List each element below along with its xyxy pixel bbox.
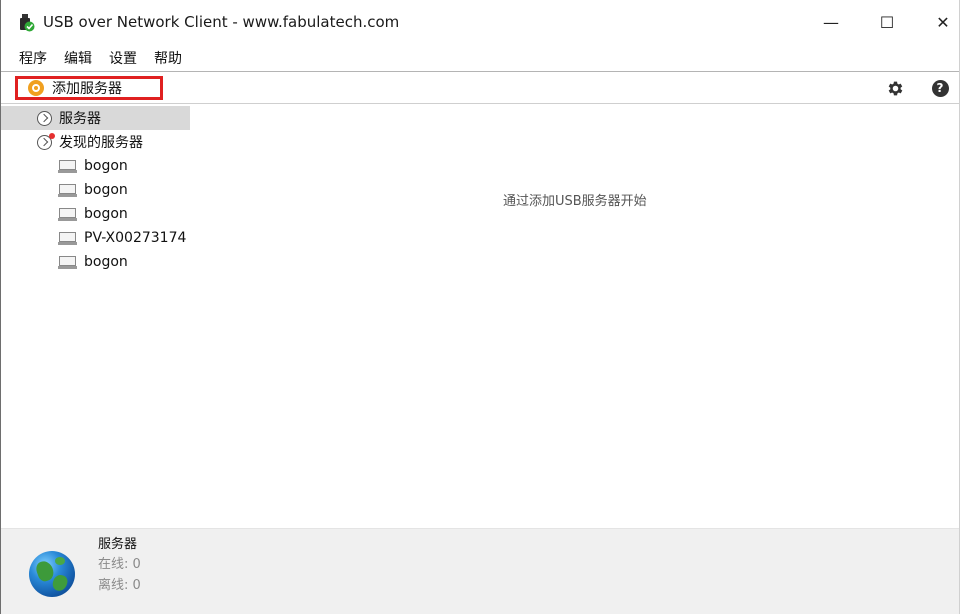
tree-item-host[interactable]: bogon	[1, 202, 201, 226]
computer-icon	[58, 231, 77, 245]
status-online: 在线: 0	[98, 557, 141, 572]
status-title: 服务器	[98, 537, 138, 552]
minimize-button[interactable]: —	[803, 0, 859, 44]
gear-icon	[888, 81, 902, 95]
host-label: bogon	[84, 182, 128, 198]
tree-item-host[interactable]: PV-X00273174	[1, 226, 201, 250]
app-icon	[20, 14, 35, 32]
add-server-label: 添加服务器	[52, 81, 122, 97]
tree-item-host[interactable]: bogon	[1, 154, 201, 178]
server-tree: 服务器 发现的服务器 bogon bogon bogon PV-X0027317…	[1, 106, 201, 274]
menu-program[interactable]: 程序	[19, 48, 47, 68]
close-button[interactable]: ✕	[915, 0, 960, 44]
minimize-icon: —	[823, 12, 839, 32]
host-label: PV-X00273174	[84, 230, 187, 246]
window-title: USB over Network Client - www.fabulatech…	[43, 13, 400, 31]
close-icon: ✕	[936, 12, 950, 32]
discovered-node-icon	[37, 132, 55, 150]
globe-icon	[29, 551, 75, 597]
computer-icon	[58, 207, 77, 221]
settings-button[interactable]	[885, 78, 905, 98]
empty-state-hint: 通过添加USB服务器开始	[503, 194, 647, 209]
help-icon: ?	[931, 79, 949, 97]
app-window: USB over Network Client - www.fabulatech…	[0, 0, 960, 614]
menu-bar: 程序 编辑 设置 帮助	[1, 44, 959, 72]
status-panel: 服务器 在线: 0 离线: 0	[1, 528, 959, 614]
menu-edit[interactable]: 编辑	[64, 48, 92, 68]
menu-settings[interactable]: 设置	[109, 48, 137, 68]
toolbar: 添加服务器 ?	[1, 72, 959, 104]
add-server-button[interactable]: 添加服务器	[15, 76, 163, 100]
computer-icon	[58, 159, 77, 173]
tree-item-label: 服务器	[59, 111, 101, 127]
server-node-icon	[37, 110, 52, 126]
host-label: bogon	[84, 254, 128, 270]
computer-icon	[58, 183, 77, 197]
host-label: bogon	[84, 206, 128, 222]
status-offline: 离线: 0	[98, 578, 141, 593]
help-button[interactable]: ?	[930, 78, 950, 98]
maximize-icon: ☐	[879, 12, 895, 32]
menu-help[interactable]: 帮助	[154, 48, 182, 68]
tree-item-label: 发现的服务器	[59, 135, 143, 151]
tree-item-servers[interactable]: 服务器	[1, 106, 190, 130]
tree-item-discovered[interactable]: 发现的服务器	[1, 130, 201, 154]
maximize-button[interactable]: ☐	[859, 0, 915, 44]
tree-item-host[interactable]: bogon	[1, 250, 201, 274]
tree-item-host[interactable]: bogon	[1, 178, 201, 202]
title-bar[interactable]: USB over Network Client - www.fabulatech…	[1, 0, 959, 44]
host-label: bogon	[84, 158, 128, 174]
add-server-icon	[28, 80, 44, 96]
computer-icon	[58, 255, 77, 269]
